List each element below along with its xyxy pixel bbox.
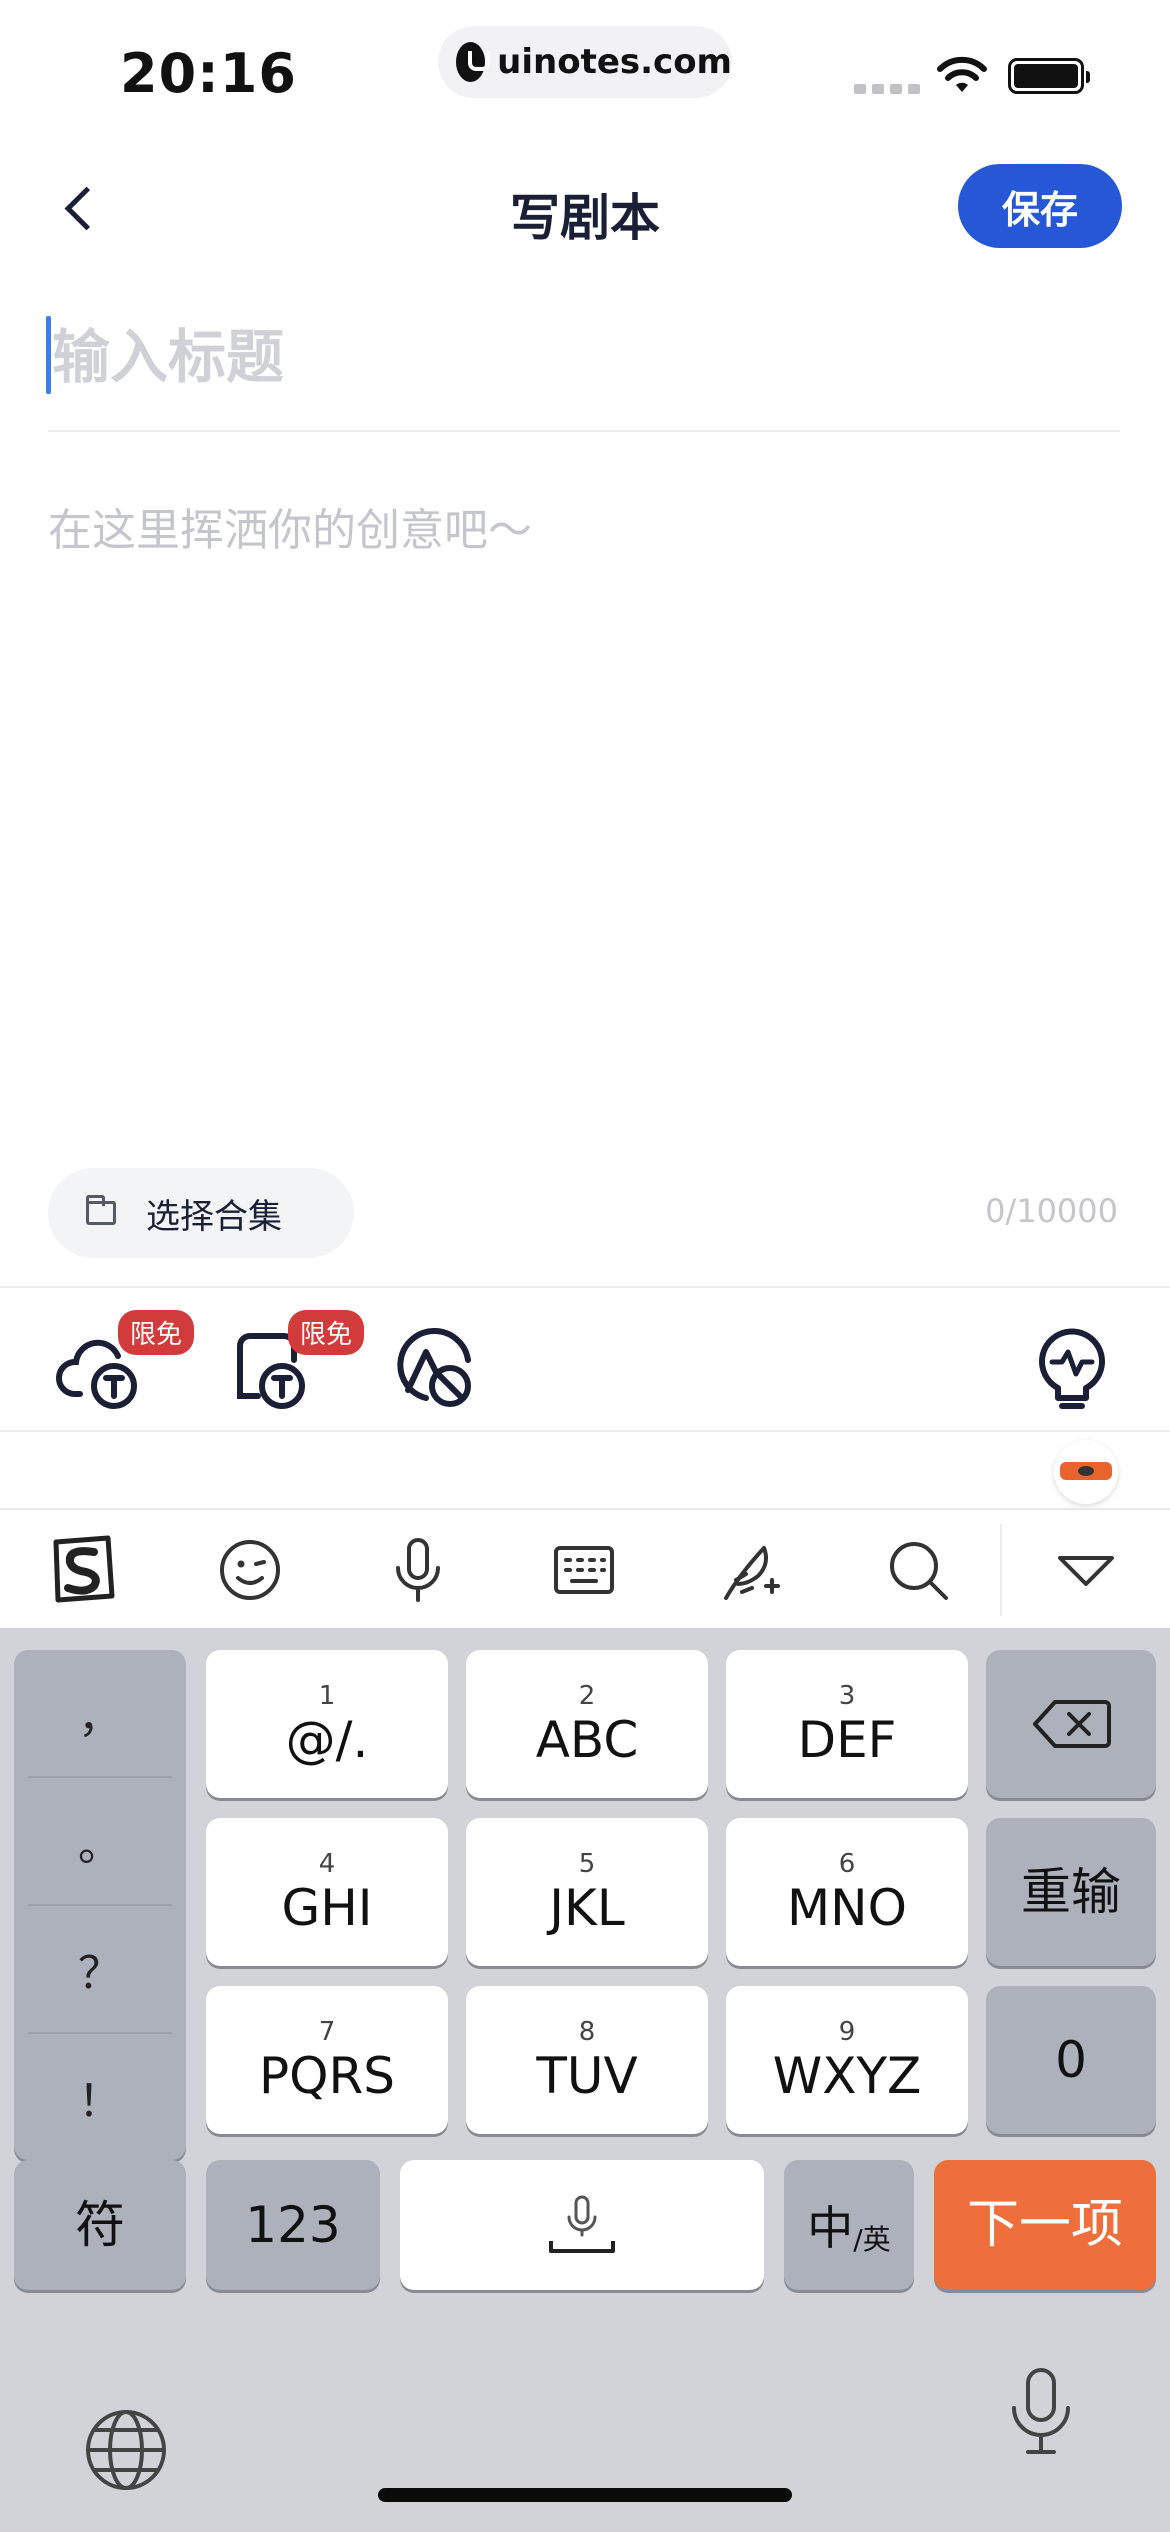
quill-icon (724, 1546, 780, 1600)
key-period[interactable]: 。 (14, 1778, 186, 1904)
key-number: 3 (838, 1681, 856, 1711)
cellular-signal-icon (854, 84, 920, 94)
key-zero-label: 0 (1055, 2031, 1087, 2089)
cloud-text-tool-button[interactable]: 限免 (52, 1310, 194, 1412)
backspace-icon (1033, 1700, 1111, 1748)
key-number: 1 (318, 1681, 336, 1711)
numbers-key[interactable]: 123 (206, 2160, 380, 2290)
site-logo-icon (456, 42, 491, 82)
key-comma[interactable]: ， (14, 1650, 186, 1776)
space-key[interactable] (400, 2160, 764, 2290)
key-0[interactable]: 0 (986, 1986, 1156, 2134)
sogou-logo-icon (53, 1535, 115, 1603)
status-bar: 20:16 uinotes.com (0, 0, 1170, 140)
space-microphone-icon (549, 2195, 615, 2253)
free-badge: 限免 (117, 1310, 194, 1355)
key-letters: DEF (797, 1711, 897, 1769)
reinput-label: 重输 (1021, 1863, 1121, 1921)
key-letters: WXYZ (772, 2047, 922, 2105)
backspace-key[interactable] (986, 1650, 1156, 1798)
microphone-icon (396, 1538, 440, 1602)
key-number: 2 (578, 1681, 596, 1711)
dictation-microphone-icon[interactable] (1006, 2366, 1076, 2456)
key-8[interactable]: 8 TUV (466, 1986, 708, 2134)
free-badge: 限免 (287, 1310, 364, 1355)
key-7[interactable]: 7 PQRS (206, 1986, 448, 2134)
folder-icon (86, 1195, 116, 1225)
script-body-input[interactable] (48, 494, 1120, 1094)
text-caret (46, 316, 51, 394)
emoji-button[interactable] (214, 1534, 286, 1606)
search-icon (890, 1542, 948, 1600)
select-collection-button[interactable]: 选择合集 (48, 1168, 354, 1258)
key-number: 7 (318, 2017, 336, 2047)
inspiration-button[interactable] (1024, 1316, 1120, 1412)
assistant-avatar-icon[interactable] (1054, 1440, 1118, 1504)
url-pill: uinotes.com (438, 26, 732, 98)
key-letters: @/. (285, 1711, 369, 1769)
keyboard: ， 。 ？ ！ 1 @/. 2 ABC 3 DEF 4 GHI 5 JKL 6 … (0, 1628, 1170, 2532)
key-letters: GHI (281, 1879, 373, 1937)
square-text-tool-button[interactable]: 限免 (222, 1310, 364, 1412)
battery-icon (1008, 58, 1090, 94)
key-letters: PQRS (259, 2047, 395, 2105)
key-number: 9 (838, 2017, 856, 2047)
reinput-key[interactable]: 重输 (986, 1818, 1156, 1966)
writing-tools-row: 限免 限免 (0, 1286, 1170, 1432)
title-field (46, 312, 1120, 432)
select-collection-label: 选择合集 (146, 1196, 282, 1237)
sogou-logo-button[interactable] (46, 1534, 118, 1606)
key-1[interactable]: 1 @/. (206, 1650, 448, 1798)
key-number: 6 (838, 1849, 856, 1879)
key-5[interactable]: 5 JKL (466, 1818, 708, 1966)
key-4[interactable]: 4 GHI (206, 1818, 448, 1966)
lightbulb-icon (1039, 1328, 1105, 1409)
language-main-label: 中 (807, 2201, 854, 2255)
ime-toolbar (0, 1508, 1170, 1628)
globe-icon[interactable] (84, 2408, 168, 2492)
voice-input-button[interactable] (382, 1534, 454, 1606)
collapse-icon (1058, 1556, 1114, 1586)
next-field-key[interactable]: 下一项 (934, 2160, 1156, 2290)
toolbar-divider (1000, 1524, 1002, 1616)
symbols-label: 符 (75, 2196, 125, 2254)
key-letters: JKL (549, 1879, 625, 1937)
key-number: 8 (578, 2017, 596, 2047)
home-indicator (378, 2488, 792, 2502)
status-time: 20:16 (120, 42, 297, 105)
nav-bar: 写剧本 保存 (0, 150, 1170, 266)
key-letters: ABC (535, 1711, 639, 1769)
wifi-icon (937, 56, 987, 92)
search-button[interactable] (882, 1534, 954, 1606)
keyboard-icon (554, 1546, 614, 1594)
key-2[interactable]: 2 ABC (466, 1650, 708, 1798)
key-6[interactable]: 6 MNO (726, 1818, 968, 1966)
symbols-key[interactable]: 符 (14, 2160, 186, 2290)
key-number: 4 (318, 1849, 336, 1879)
key-letters: MNO (787, 1879, 907, 1937)
collapse-keyboard-button[interactable] (1050, 1534, 1122, 1606)
key-exclamation[interactable]: ！ (14, 2034, 186, 2160)
next-label: 下一项 (966, 2195, 1123, 2255)
key-letters: TUV (536, 2047, 638, 2105)
numbers-label: 123 (245, 2196, 341, 2254)
punctuation-column: ， 。 ？ ！ (14, 1650, 186, 2160)
save-button[interactable]: 保存 (958, 164, 1122, 248)
url-text: uinotes.com (497, 42, 732, 82)
key-number: 5 (578, 1849, 596, 1879)
triangle-circle-tool-button[interactable] (386, 1316, 482, 1412)
handwriting-button[interactable] (716, 1534, 788, 1606)
key-3[interactable]: 3 DEF (726, 1650, 968, 1798)
key-9[interactable]: 9 WXYZ (726, 1986, 968, 2134)
language-switch-key[interactable]: 中 /英 (784, 2160, 914, 2290)
character-counter: 0/10000 (985, 1192, 1118, 1230)
language-sub-label: /英 (853, 2223, 891, 2256)
key-question[interactable]: ？ (14, 1906, 186, 2032)
title-input[interactable] (52, 312, 1112, 402)
triangle-circle-tool-icon (397, 1328, 471, 1407)
emoji-icon (220, 1540, 280, 1600)
keyboard-switch-button[interactable] (548, 1534, 620, 1606)
